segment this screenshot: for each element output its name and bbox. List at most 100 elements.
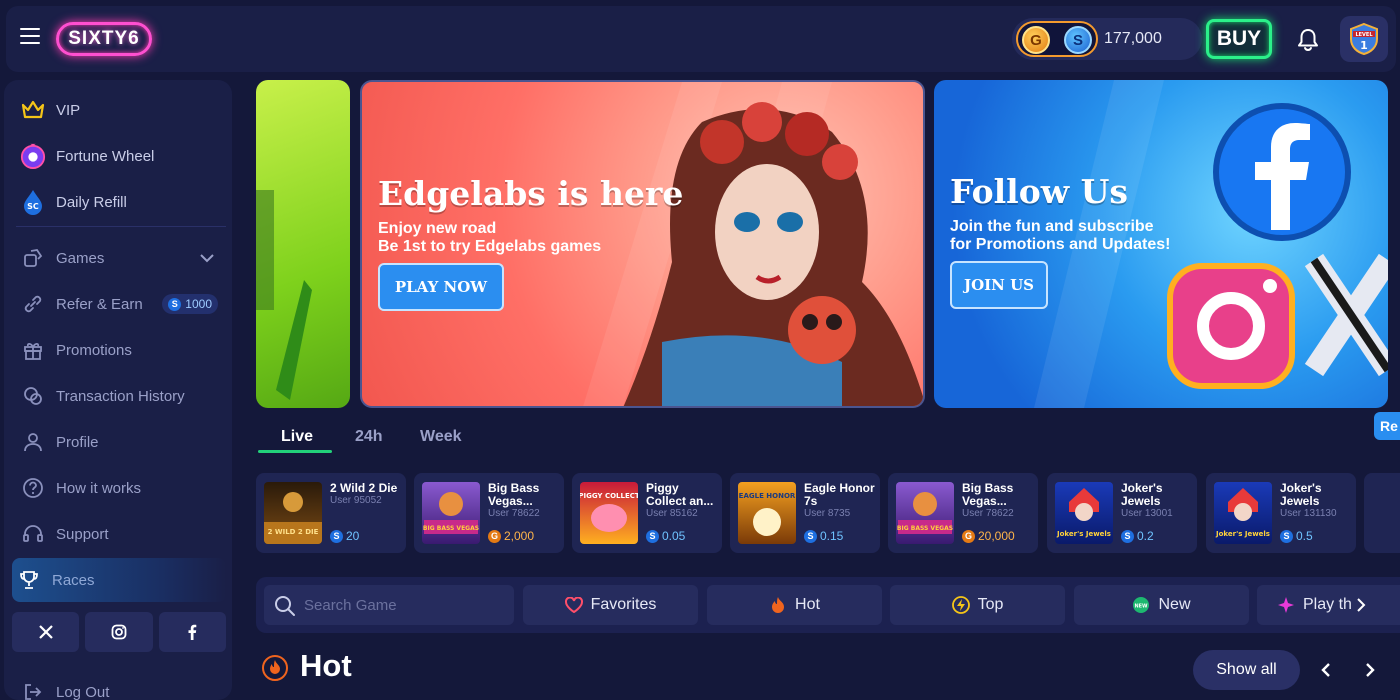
winner-amount: S 20 (330, 529, 359, 543)
top-header: SIXTY6 G S 177,000 BUY LEVEL 1 (0, 0, 1400, 80)
play-now-button[interactable]: PLAY NOW (378, 263, 504, 311)
facebook-icon[interactable] (158, 612, 226, 652)
sixty6-logo[interactable]: SIXTY6 (56, 22, 152, 56)
races-side-chip[interactable]: Re (1374, 412, 1400, 440)
banner-partial-green[interactable] (256, 80, 350, 408)
winner-user: User 8735 (804, 508, 851, 519)
level-badge[interactable]: LEVEL 1 (1340, 16, 1388, 62)
winner-game-title: 2 Wild 2 Die (330, 481, 398, 495)
sidebar-item-label: VIP (56, 101, 81, 119)
filter-hot-button[interactable]: Hot (707, 585, 882, 625)
winner-card[interactable]: BIG BASS VEGAS Big Bass Vegas... User 78… (888, 473, 1038, 553)
game-thumbnail: BIG BASS VEGAS (422, 482, 480, 544)
x-icon[interactable] (12, 612, 80, 652)
game-filter-bar: Favorites Hot Top NEW New Play th (256, 577, 1400, 633)
banner-follow-us[interactable]: Follow Us Join the fun and subscribe for… (934, 80, 1388, 408)
winner-card[interactable]: BIG BASS VEGAS Big Bass Vegas... User 78… (414, 473, 564, 553)
sidebar-item-vip[interactable]: VIP (16, 92, 224, 128)
winner-amount: S 0.15 (804, 529, 843, 543)
game-thumbnail: EAGLE HONOR (738, 482, 796, 544)
currency-toggle[interactable]: G S (1016, 21, 1098, 57)
carousel-prev-button[interactable] (1312, 656, 1340, 684)
banner-edgelabs-line2: Be 1st to try Edgelabs games (378, 238, 602, 255)
level-value: 1 (1360, 39, 1368, 52)
filter-play-label: Play th (1303, 596, 1352, 613)
gift-icon (20, 337, 46, 363)
sidebar-item-label: Support (56, 525, 109, 543)
filter-favorites-label: Favorites (590, 596, 657, 613)
winner-game-title: Joker's Jewels (1121, 481, 1163, 508)
tab-24h[interactable]: 24h (355, 428, 383, 446)
gold-coin-icon[interactable]: G (1022, 26, 1050, 54)
sidebar-item-races[interactable]: Races (12, 558, 226, 602)
winner-card[interactable]: Joker's Jewels Joker's Jewels User 13113… (1206, 473, 1356, 553)
chevron-down-icon[interactable] (200, 250, 214, 267)
game-thumbnail: BIG BASS VEGAS (896, 482, 954, 544)
winner-game-title: Eagle Honor 7s (804, 481, 875, 508)
game-thumbnail: PIGGY COLLECT (580, 482, 638, 544)
sidebar-item-how-it-works[interactable]: How it works (16, 470, 224, 506)
winner-amount: S 0.5 (1280, 529, 1313, 543)
sweep-coin-icon: S (330, 529, 343, 543)
sidebar-item-fortune-wheel[interactable]: Fortune Wheel (16, 138, 224, 174)
buy-button[interactable]: BUY (1206, 19, 1272, 59)
sidebar-item-support[interactable]: Support (16, 516, 224, 552)
filter-top-button[interactable]: Top (890, 585, 1065, 625)
winner-game-title: Big Bass Vegas... (962, 481, 1014, 508)
link-icon (20, 291, 46, 317)
winner-card[interactable]: 2 WILD 2 DIE 2 Wild 2 Die User 95052 S 20 (256, 473, 406, 553)
winner-user: User 13001 (1121, 508, 1173, 519)
search-input[interactable] (304, 585, 504, 625)
sidebar-item-promotions[interactable]: Promotions (16, 332, 224, 368)
sidebar-item-daily-refill[interactable]: SC Daily Refill (16, 184, 224, 220)
winner-amount: G 2,000 (488, 529, 534, 543)
winner-card[interactable]: EAGLE HONOR Eagle Honor 7s User 8735 S 0.… (730, 473, 880, 553)
sidebar-item-refer-earn[interactable]: Refer & Earn S 1000 (16, 286, 224, 322)
winner-card-partial[interactable] (1364, 473, 1400, 553)
flame-icon (772, 597, 785, 613)
chevron-left-icon (1321, 663, 1330, 677)
sweep-coin-icon: S (646, 529, 659, 543)
game-thumbnail: 2 WILD 2 DIE (264, 482, 322, 544)
sparkle-icon (1278, 597, 1294, 613)
thumb-label: EAGLE HONOR (739, 492, 796, 500)
instagram-icon[interactable] (85, 612, 153, 652)
winner-amount: S 0.2 (1121, 529, 1154, 543)
game-thumbnail: Joker's Jewels (1214, 482, 1272, 544)
refer-bonus-amount: 1000 (185, 297, 212, 311)
winner-user: User 95052 (330, 495, 382, 506)
logout-button[interactable]: Log Out (16, 674, 224, 700)
filter-favorites-button[interactable]: Favorites (523, 585, 698, 625)
sweep-coin-icon: S (1280, 529, 1293, 543)
tab-live[interactable]: Live (281, 428, 313, 446)
game-thumbnail: Joker's Jewels (1055, 482, 1113, 544)
thumb-label: PIGGY COLLECT (580, 492, 638, 500)
balance-display[interactable]: G S 177,000 (1012, 18, 1202, 60)
winner-game-title: Joker's Jewels (1280, 481, 1322, 508)
winner-card[interactable]: Joker's Jewels Joker's Jewels User 13001… (1047, 473, 1197, 553)
hot-section-title: Hot (300, 648, 352, 683)
notification-bell-icon[interactable] (1294, 26, 1322, 54)
banner-follow-title: Follow Us (950, 172, 1128, 211)
banner-follow-line1: Join the fun and subscribe (950, 218, 1154, 235)
tab-week[interactable]: Week (420, 428, 462, 446)
filter-play-button[interactable]: Play th (1257, 585, 1400, 625)
menu-hamburger-icon[interactable] (20, 28, 40, 44)
thumb-label: BIG BASS VEGAS (423, 525, 479, 532)
search-icon (275, 596, 295, 616)
join-us-button[interactable]: JOIN US (950, 261, 1048, 309)
banner-edgelabs[interactable]: Edgelabs is here Enjoy new road Be 1st t… (360, 80, 925, 408)
sidebar-item-profile[interactable]: Profile (16, 424, 224, 460)
sweep-coin-icon[interactable]: S (1064, 26, 1092, 54)
sidebar-item-games[interactable]: Games (16, 240, 224, 276)
history-icon (20, 383, 46, 409)
show-all-button[interactable]: Show all (1193, 650, 1300, 690)
sidebar-item-transaction-history[interactable]: Transaction History (16, 378, 224, 414)
chevron-right-icon[interactable] (1356, 598, 1366, 612)
search-box[interactable] (264, 585, 514, 625)
carousel-next-button[interactable] (1356, 656, 1384, 684)
winner-card[interactable]: PIGGY COLLECT Piggy Collect an... User 8… (572, 473, 722, 553)
gold-coin-icon: G (488, 529, 501, 543)
thumb-label: Joker's Jewels (1056, 530, 1111, 538)
filter-new-button[interactable]: NEW New (1074, 585, 1249, 625)
